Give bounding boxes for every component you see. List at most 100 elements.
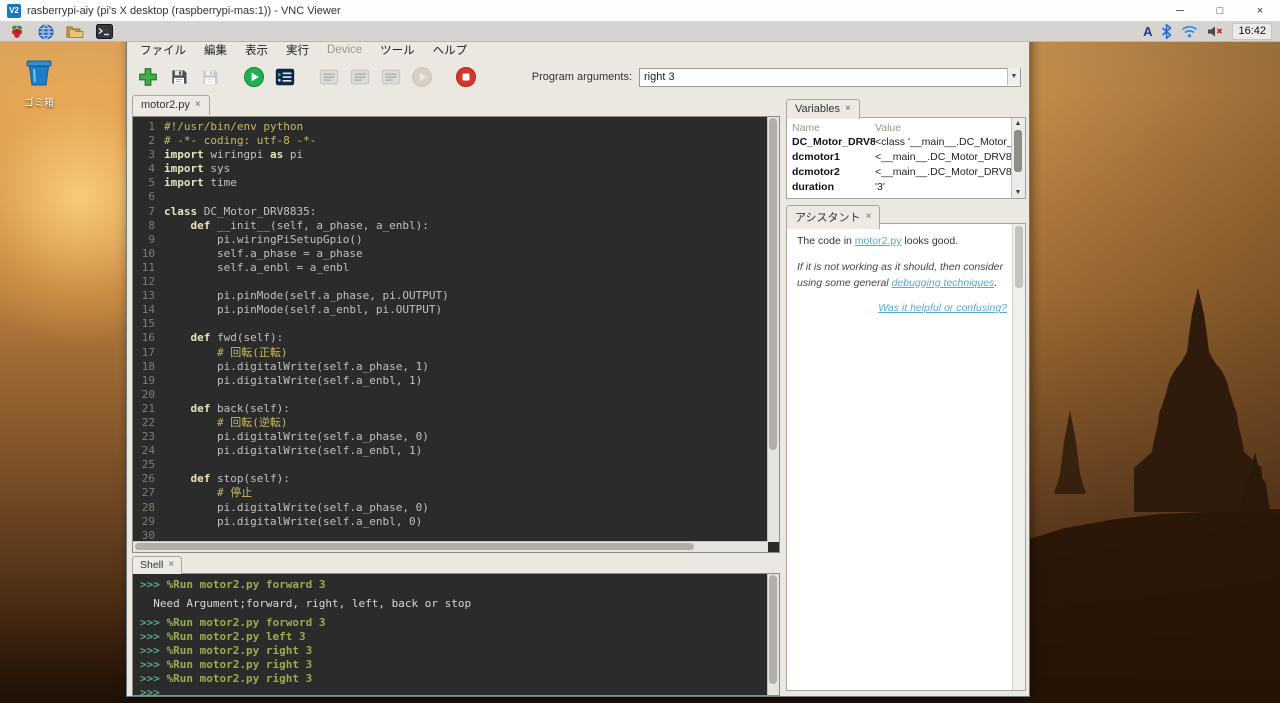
tab-variables[interactable]: Variables × [786, 99, 860, 119]
code-text: # 停止 [164, 486, 252, 499]
taskbar-clock: 16:42 [1232, 23, 1272, 40]
shell-vscroll-thumb[interactable] [769, 575, 777, 684]
line-number: 7 [133, 205, 164, 219]
menu-item-1[interactable]: 編集 [195, 40, 236, 60]
menu-item-0[interactable]: ファイル [131, 40, 195, 60]
program-arguments-input[interactable] [639, 68, 1021, 87]
assistant-scrollbar[interactable] [1012, 224, 1025, 690]
code-line: 19 pi.digitalWrite(self.a_enbl, 1) [133, 374, 768, 388]
line-number: 16 [133, 331, 164, 345]
assistant-link[interactable]: Was it helpful or confusing? [878, 302, 1007, 314]
bluetooth-icon[interactable] [1161, 24, 1172, 39]
code-text: import wiringpi as pi [164, 148, 303, 161]
run-icon [243, 66, 265, 88]
code-line: 20 [133, 388, 768, 402]
line-number: 26 [133, 472, 164, 486]
variables-tab-label: Variables [795, 103, 840, 115]
code-text: self.a_phase = a_phase [164, 247, 363, 260]
vnc-minimize-button[interactable]: ─ [1160, 0, 1200, 21]
line-number: 30 [133, 529, 164, 542]
assistant-link[interactable]: motor2.py [855, 235, 902, 247]
variables-scrollbar[interactable]: ▲ ▼ [1011, 118, 1025, 198]
line-number: 11 [133, 261, 164, 275]
variables-scroll-thumb[interactable] [1014, 130, 1022, 172]
menu-item-2[interactable]: 表示 [236, 40, 277, 60]
code-editor[interactable]: 1#!/usr/bin/env python2# -*- coding: utf… [132, 116, 780, 553]
scroll-down-icon[interactable]: ▼ [1012, 187, 1024, 198]
assistant-scroll-thumb[interactable] [1015, 226, 1023, 288]
stop-button[interactable] [453, 64, 479, 90]
tab-assistant[interactable]: アシスタント × [786, 205, 880, 229]
editor-vscroll-thumb[interactable] [769, 118, 777, 450]
variable-name: duration [792, 180, 875, 195]
terminal-icon[interactable] [93, 23, 115, 40]
line-number: 5 [133, 176, 164, 190]
shell-tabrow: Shell × [132, 555, 182, 574]
editor-vertical-scrollbar[interactable] [767, 117, 779, 542]
new-file-icon [137, 66, 159, 88]
run-button[interactable] [241, 64, 267, 90]
tab-motor2py[interactable]: motor2.py × [132, 95, 210, 115]
variables-tab-close-icon[interactable]: × [845, 104, 851, 114]
variable-row[interactable]: dcmotor2<__main__.DC_Motor_DRV8835 objec… [792, 165, 1012, 180]
variable-value: <class '__main__.DC_Motor_DRV8835'> [875, 135, 1012, 150]
assistant-tab-close-icon[interactable]: × [866, 212, 872, 222]
file-manager-icon[interactable] [64, 23, 86, 40]
line-number: 14 [133, 303, 164, 317]
variable-row[interactable]: DC_Motor_DRV8835<class '__main__.DC_Moto… [792, 135, 1012, 150]
variable-value: <__main__.DC_Motor_DRV8835 object a [875, 150, 1012, 165]
code-line: 18 pi.digitalWrite(self.a_phase, 1) [133, 360, 768, 374]
shell-output[interactable]: >>> %Run motor2.py forward 3 Need Argume… [133, 574, 768, 695]
step-over-button [316, 64, 342, 90]
menu-item-4[interactable]: Device [318, 42, 371, 58]
code-line: 11 self.a_enbl = a_enbl [133, 261, 768, 275]
save-button[interactable] [166, 64, 192, 90]
code-area[interactable]: 1#!/usr/bin/env python2# -*- coding: utf… [133, 117, 768, 542]
debug-button[interactable] [272, 64, 298, 90]
step-into-icon [349, 66, 371, 88]
web-browser-icon[interactable] [35, 23, 57, 40]
code-text: class DC_Motor_DRV8835: [164, 205, 316, 218]
vnc-window-title: rasberrypi-aiy (pi's X desktop (raspberr… [27, 5, 341, 17]
tab-shell[interactable]: Shell × [132, 556, 182, 574]
raspberry-menu-icon[interactable] [6, 23, 28, 40]
stop-icon [455, 66, 477, 88]
variable-name: dcmotor1 [792, 150, 875, 165]
code-text: pi.digitalWrite(self.a_enbl, 0) [164, 515, 422, 528]
shell-tab-close-icon[interactable]: × [168, 560, 174, 570]
line-number: 6 [133, 190, 164, 204]
code-line: 5import time [133, 176, 768, 190]
menu-item-5[interactable]: ツール [371, 40, 424, 60]
program-arguments-dropdown[interactable]: ▼ [1007, 68, 1020, 85]
editor-horizontal-scrollbar[interactable] [133, 541, 768, 552]
shell-panel[interactable]: >>> %Run motor2.py forward 3 Need Argume… [132, 573, 780, 696]
code-line: 17 # 回転(正転) [133, 346, 768, 360]
line-number: 27 [133, 486, 164, 500]
vnc-close-button[interactable]: × [1240, 0, 1280, 21]
taskbar-launchers [0, 23, 115, 40]
editor-hscroll-thumb[interactable] [135, 543, 694, 550]
vnc-maximize-button[interactable]: □ [1200, 0, 1240, 21]
toolbar: Program arguments: ▼ [127, 60, 1029, 93]
wifi-icon[interactable] [1181, 25, 1198, 38]
trash-shortcut[interactable]: ゴミ箱 [17, 58, 61, 109]
scroll-up-icon[interactable]: ▲ [1012, 118, 1024, 129]
assistant-link[interactable]: debugging techniques [892, 277, 995, 289]
line-number: 20 [133, 388, 164, 402]
volume-icon[interactable] [1207, 25, 1223, 38]
code-line: 15 [133, 317, 768, 331]
vnc-window-controls: ─ □ × [1160, 0, 1280, 21]
code-line: 14 pi.pinMode(self.a_enbl, pi.OUTPUT) [133, 303, 768, 317]
taskbar-status: A 16:42 [1143, 23, 1280, 40]
menu-item-6[interactable]: ヘルプ [424, 40, 477, 60]
variable-row[interactable]: dcmotor1<__main__.DC_Motor_DRV8835 objec… [792, 150, 1012, 165]
code-text: # -*- coding: utf-8 -*- [164, 134, 316, 147]
code-line: 21 def back(self): [133, 402, 768, 416]
variable-row[interactable]: duration'3' [792, 180, 1012, 195]
input-method-indicator[interactable]: A [1143, 24, 1152, 39]
shell-vertical-scrollbar[interactable] [767, 574, 779, 695]
line-number: 22 [133, 416, 164, 430]
menu-item-3[interactable]: 実行 [277, 40, 318, 60]
editor-tab-close-icon[interactable]: × [195, 100, 201, 110]
new-file-button[interactable] [135, 64, 161, 90]
